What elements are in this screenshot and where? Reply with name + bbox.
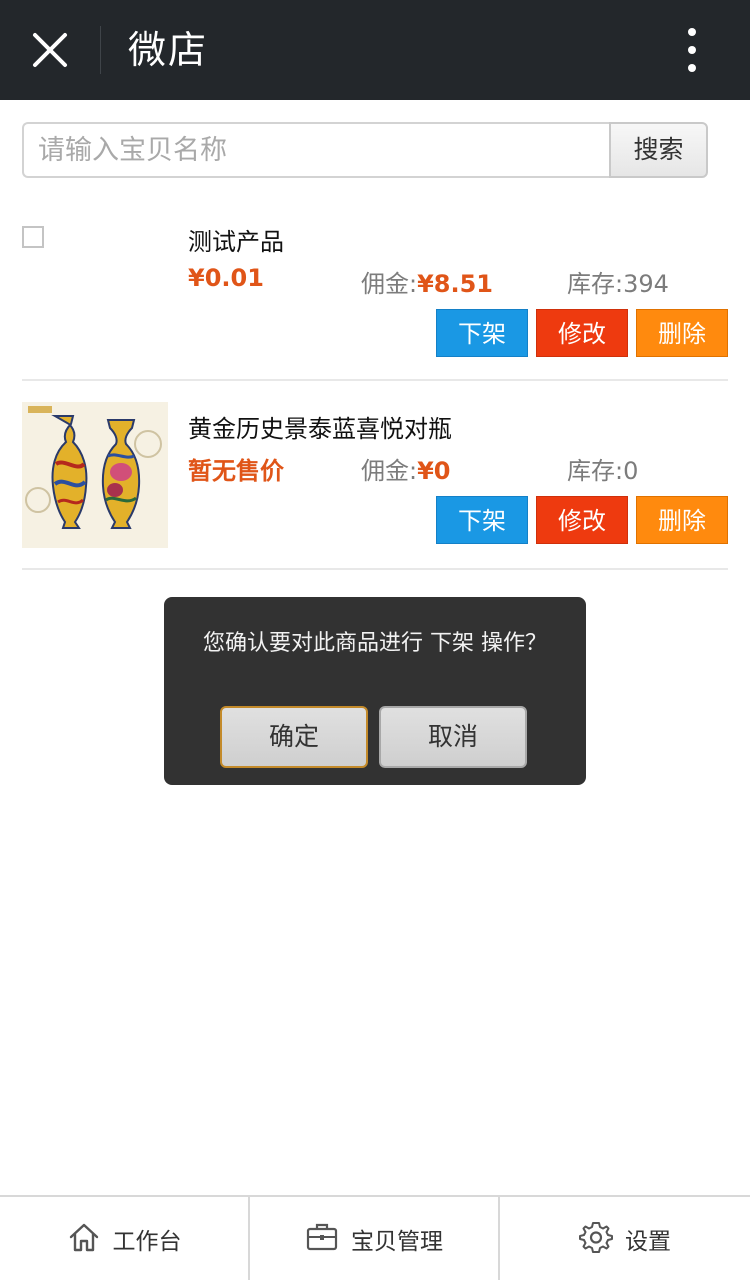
product-stock: 库存:0 [567, 457, 639, 485]
more-vertical-icon[interactable] [670, 24, 714, 76]
nav-label: 设置 [625, 1228, 671, 1255]
page-title: 微店 [128, 28, 209, 72]
cancel-button[interactable]: 取消 [379, 706, 527, 768]
briefcase-icon [305, 1220, 339, 1258]
title-divider [100, 26, 101, 74]
vase-pair-image[interactable] [22, 402, 168, 548]
bottom-nav: 工作台 宝贝管理 设置 [0, 1195, 750, 1280]
commission-label: 佣金: [361, 457, 418, 485]
home-icon [67, 1220, 101, 1258]
search-input[interactable] [24, 124, 610, 176]
commission-value: ¥0 [417, 457, 451, 485]
row-divider [22, 568, 728, 570]
product-price: 暂无售价 [188, 457, 284, 485]
product-stock: 库存:394 [567, 270, 669, 298]
product-name: 测试产品 [188, 228, 284, 256]
off-shelf-button[interactable]: 下架 [436, 309, 528, 357]
product-price: ¥0.01 [188, 264, 264, 292]
edit-button[interactable]: 修改 [536, 309, 628, 357]
nav-item-settings[interactable]: 设置 [500, 1197, 750, 1280]
delete-button[interactable]: 删除 [636, 309, 728, 357]
delete-button[interactable]: 删除 [636, 496, 728, 544]
dialog-message: 您确认要对此商品进行 下架 操作？ [203, 631, 547, 656]
product-commission: 佣金:¥0 [361, 451, 451, 486]
row-divider [22, 379, 728, 381]
nav-label: 工作台 [112, 1228, 182, 1255]
close-icon[interactable] [22, 22, 78, 78]
confirm-dialog: 您确认要对此商品进行 下架 操作？ 确定 取消 [164, 597, 586, 785]
nav-item-products[interactable]: 宝贝管理 [250, 1197, 498, 1280]
commission-label: 佣金: [361, 270, 418, 298]
confirm-button[interactable]: 确定 [220, 706, 368, 768]
nav-item-workbench[interactable]: 工作台 [0, 1197, 248, 1280]
product-row: 黄金历史景泰蓝喜悦对瓶 暂无售价 佣金:¥0 库存:0 下架 修改 删除 [22, 402, 728, 572]
product-row: 测试产品 ¥0.01 佣金:¥8.51 库存:394 下架 修改 删除 [22, 226, 728, 382]
gear-icon [579, 1220, 613, 1258]
search-button[interactable]: 搜索 [609, 122, 708, 178]
edit-button[interactable]: 修改 [536, 496, 628, 544]
product-commission: 佣金:¥8.51 [361, 264, 493, 299]
product-checkbox[interactable] [22, 226, 44, 248]
commission-value: ¥8.51 [417, 270, 494, 298]
title-bar: 微店 [0, 0, 750, 100]
off-shelf-button[interactable]: 下架 [436, 496, 528, 544]
product-name: 黄金历史景泰蓝喜悦对瓶 [188, 415, 452, 443]
nav-label: 宝贝管理 [351, 1228, 443, 1255]
search-box [22, 122, 610, 178]
